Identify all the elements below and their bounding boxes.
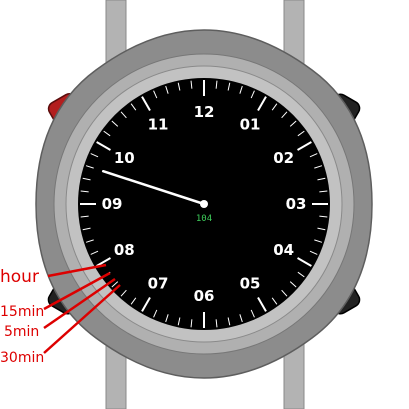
hour-numeral-04: 04: [273, 241, 294, 259]
watch-illustration: 120102030405060708091011 104 hour 15min …: [0, 0, 373, 409]
hour-numeral-03: 03: [286, 195, 307, 213]
hour-numeral-09: 09: [102, 195, 123, 213]
hour-numeral-10: 10: [114, 149, 135, 167]
hand-pivot: [200, 200, 208, 208]
hour-numeral-05: 05: [240, 275, 261, 293]
annotation-hour-label: hour: [0, 267, 39, 287]
hour-numeral-08: 08: [114, 241, 135, 259]
annotation-5min-label: 5min: [4, 324, 39, 340]
center-readout: 104: [196, 214, 212, 224]
hour-numeral-06: 06: [194, 287, 215, 305]
annotation-15min-label: 15min: [0, 304, 44, 320]
hour-numeral-02: 02: [273, 149, 294, 167]
hour-numeral-12: 12: [194, 103, 215, 121]
hour-numeral-01: 01: [240, 115, 261, 133]
hour-numeral-07: 07: [148, 275, 169, 293]
hour-numeral-11: 11: [148, 115, 169, 133]
annotation-30min-label: 30min: [0, 350, 44, 366]
